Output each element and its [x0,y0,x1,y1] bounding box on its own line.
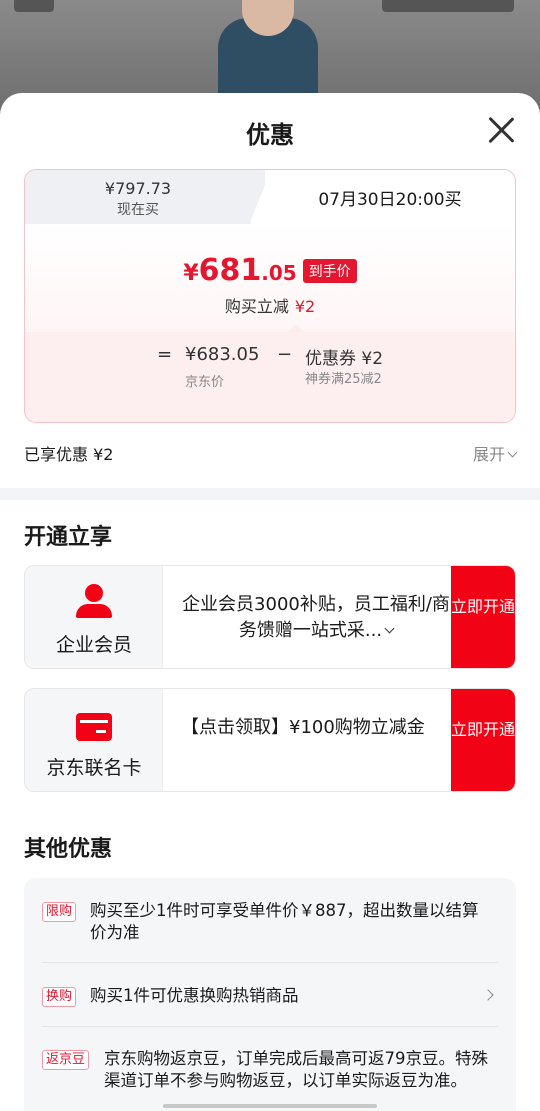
cobrand-open-button[interactable]: 立即开通 [451,689,515,791]
jingdou-tag: 返京豆 [42,1050,90,1070]
instant-reduce: 购买立减 ¥2 [224,297,316,316]
enterprise-member-desc[interactable]: 企业会员3000补贴，员工福利/商务馈赠一站式采... [181,592,451,644]
tab-buy-now[interactable]: ¥797.73 现在买 [25,170,251,224]
enterprise-open-button[interactable]: 立即开通 [451,566,515,668]
chevron-right-icon [482,989,494,1001]
limit-text: 购买至少1件时可享受单件价￥887，超出数量以结算价为准 [90,901,479,942]
card-icon [76,713,112,741]
open-section-title: 开通立享 [24,525,113,550]
tab-now-label: 现在买 [117,202,159,218]
person-icon [76,584,112,618]
cobrand-card[interactable]: 京东联名卡 【点击领取】¥100购物立减金 立即开通 [24,688,516,792]
chevron-down-icon [507,447,518,458]
final-price-row: ¥681.05 到手价 [25,253,515,288]
coupon-value: 优惠券 ¥2 [305,349,384,369]
jingdou-text: 京东购物返京豆，订单完成后最高可返79京豆。特殊渠道订单不参与购物返豆，以订单实… [104,1049,488,1090]
top-right-button[interactable] [382,0,514,12]
other-section-title: 其他优惠 [24,837,113,862]
tab-now-price: ¥797.73 [104,179,172,198]
home-indicator [163,1104,377,1108]
enjoyed-discount: 已享优惠 ¥2 [24,445,114,464]
price-card: ¥797.73 现在买 07月30日20:00买 ¥681.05 到手价 购买立减… [24,169,516,423]
list-item-limit: 限购 购买至少1件时可享受单件价￥887，超出数量以结算价为准 [42,900,498,946]
close-icon[interactable] [486,115,516,145]
list-divider [42,962,498,963]
chevron-down-icon [384,623,395,634]
price-formula: = ¥683.05 京东价 − 优惠券 ¥2 神券满25减2 [25,344,515,414]
jd-price: ¥683.05 [185,344,260,365]
jd-price-label: 京东价 [185,375,225,390]
final-price: ¥681.05 [183,253,297,288]
sheet-title: 优惠 [246,121,294,149]
list-item-exchange[interactable]: 换购 购买1件可优惠换购热销商品 [42,985,498,1009]
coupon-desc: 神券满25减2 [305,372,382,387]
tab-buy-later[interactable]: 07月30日20:00买 [265,170,515,230]
equals-sign: = [157,344,173,365]
limit-tag: 限购 [42,902,77,922]
enterprise-member-card[interactable]: 企业会员 企业会员3000补贴，员工福利/商务馈赠一站式采... 立即开通 [24,565,516,669]
minus-sign: − [277,344,293,365]
cobrand-card-name: 京东联名卡 [46,757,142,779]
enterprise-member-name: 企业会员 [55,634,132,656]
list-divider [42,1026,498,1027]
cobrand-card-desc[interactable]: 【点击领取】¥100购物立减金 [181,715,451,741]
exchange-text: 购买1件可优惠换购热销商品 [90,986,299,1005]
other-discounts-list: 限购 购买至少1件时可享受单件价￥887，超出数量以结算价为准 换购 购买1件可… [24,878,516,1111]
back-button[interactable] [14,0,54,12]
final-price-tag: 到手价 [302,258,357,283]
section-divider [0,488,540,500]
exchange-tag: 换购 [42,987,77,1007]
expand-button[interactable]: 展开 [473,441,518,465]
list-item-jingdou: 返京豆 京东购物返京豆，订单完成后最高可返79京豆。特殊渠道订单不参与购物返豆，… [42,1048,498,1111]
discount-sheet: 优惠 ¥797.73 现在买 07月30日20:00买 ¥681.05 到手价 购… [0,93,540,1111]
